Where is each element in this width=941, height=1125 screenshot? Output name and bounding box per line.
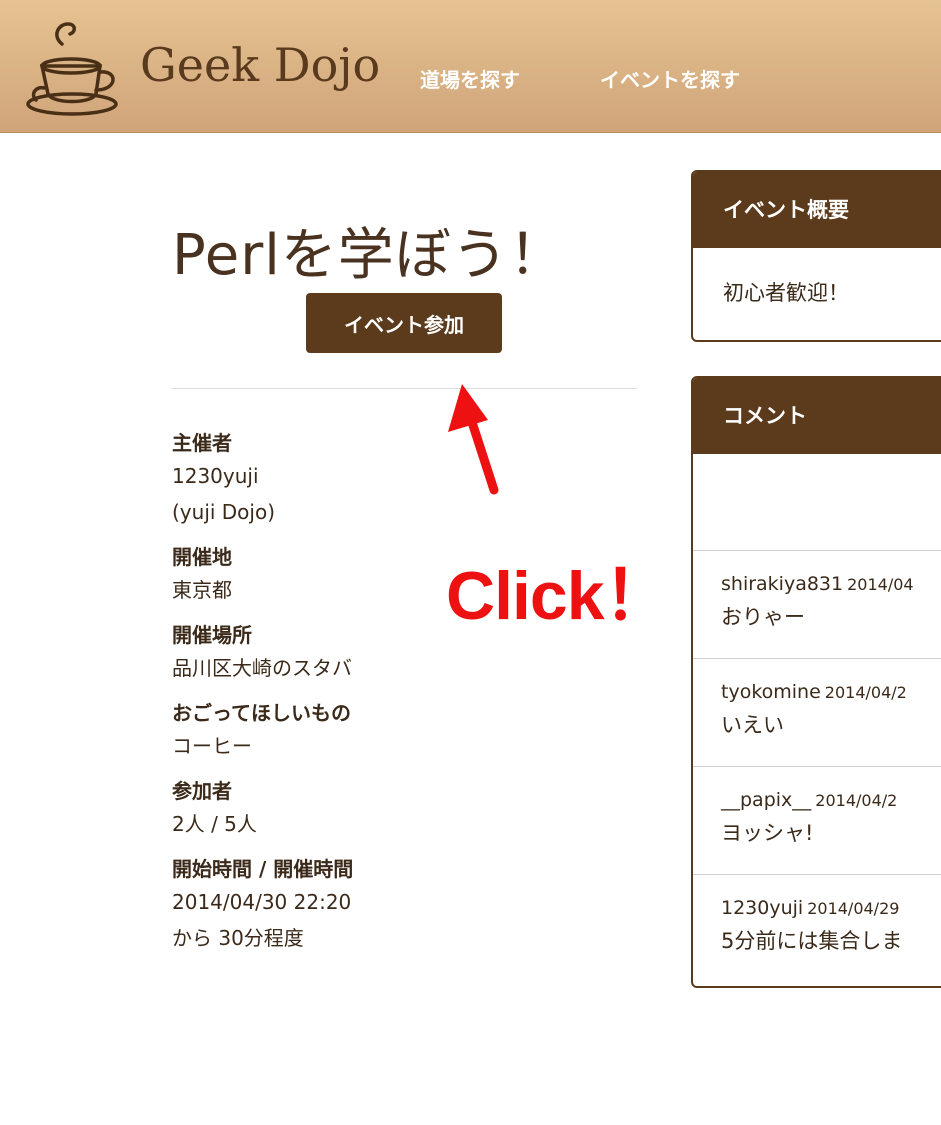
info-value: コーヒー bbox=[172, 734, 252, 758]
info-item-treat: おごってほしいもの コーヒー bbox=[172, 698, 472, 764]
info-label: 主催者 bbox=[172, 431, 232, 455]
coffee-cup-logo-icon[interactable] bbox=[22, 14, 132, 124]
comment-text: ヨッシャ! bbox=[721, 821, 814, 845]
comment-text: 5分前には集合しま bbox=[721, 929, 903, 953]
info-label: 開催地 bbox=[172, 545, 232, 569]
brand-name[interactable]: Geek Dojo bbox=[140, 38, 380, 92]
comment-item: tyokomine 2014/04/2 いえい bbox=[693, 659, 941, 767]
info-value: 東京都 bbox=[172, 578, 232, 602]
comment-date: 2014/04/2 bbox=[815, 791, 898, 810]
comment-text: おりゃー bbox=[721, 605, 805, 629]
info-item-venue: 開催場所 品川区大崎のスタバ bbox=[172, 620, 472, 686]
event-summary-panel: イベント概要 初心者歓迎！ bbox=[691, 170, 941, 342]
info-label: おごってほしいもの bbox=[172, 701, 351, 725]
comment-item: __papix__ 2014/04/2 ヨッシャ! bbox=[693, 767, 941, 875]
info-item-area: 開催地 東京都 bbox=[172, 542, 472, 608]
red-arrow-annotation-icon bbox=[448, 384, 499, 495]
info-item-time: 開始時間 / 開催時間 2014/04/30 22:20 から 30分程度 bbox=[172, 854, 472, 956]
click-annotation-text: Click！ bbox=[446, 558, 672, 634]
info-value: 品川区大崎のスタバ bbox=[172, 656, 352, 680]
event-info-list: 主催者 1230yuji (yuji Dojo) 開催地 東京都 開催場所 品川… bbox=[172, 428, 472, 968]
panel-title: イベント概要 bbox=[693, 172, 941, 248]
comment-user[interactable]: shirakiya831 bbox=[721, 573, 843, 595]
comment-user[interactable]: 1230yuji bbox=[721, 897, 803, 919]
nav-find-event[interactable]: イベントを探す bbox=[600, 64, 740, 93]
divider bbox=[172, 388, 637, 389]
nav-find-dojo[interactable]: 道場を探す bbox=[420, 64, 520, 93]
info-label: 開始時間 / 開催時間 bbox=[172, 857, 354, 881]
organizer-dojo: (yuji Dojo) bbox=[172, 500, 276, 524]
info-item-organizer: 主催者 1230yuji (yuji Dojo) bbox=[172, 428, 472, 530]
info-value: 1230yuji (yuji Dojo) bbox=[172, 458, 472, 530]
info-value: 2014/04/30 22:20 から 30分程度 bbox=[172, 884, 472, 956]
site-header: Geek Dojo 道場を探す イベントを探す bbox=[0, 0, 941, 133]
comment-item: 1230yuji 2014/04/29 5分前には集合しま bbox=[693, 875, 941, 983]
comment-text: いえい bbox=[721, 713, 784, 737]
page-title: Perlを学ぼう！ bbox=[172, 223, 566, 288]
organizer-user: 1230yuji bbox=[172, 464, 259, 488]
info-value: 2人 / 5人 bbox=[172, 812, 257, 836]
comment-date: 2014/04/29 bbox=[807, 899, 900, 918]
info-label: 参加者 bbox=[172, 779, 232, 803]
summary-text: 初心者歓迎！ bbox=[723, 281, 849, 305]
comment-date: 2014/04/2 bbox=[824, 683, 907, 702]
duration: から 30分程度 bbox=[172, 926, 304, 950]
comment-input-area[interactable] bbox=[693, 454, 941, 551]
join-event-button[interactable]: イベント参加 bbox=[306, 293, 502, 353]
comment-item: shirakiya831 2014/04 おりゃー bbox=[693, 551, 941, 659]
panel-title: コメント bbox=[693, 378, 941, 454]
info-label: 開催場所 bbox=[172, 623, 252, 647]
comment-user[interactable]: tyokomine bbox=[721, 681, 821, 703]
info-item-participants: 参加者 2人 / 5人 bbox=[172, 776, 472, 842]
start-time: 2014/04/30 22:20 bbox=[172, 890, 352, 914]
comment-user[interactable]: __papix__ bbox=[721, 789, 811, 811]
comment-date: 2014/04 bbox=[847, 575, 914, 594]
comments-panel: コメント shirakiya831 2014/04 おりゃー tyokomine 2… bbox=[691, 376, 941, 988]
